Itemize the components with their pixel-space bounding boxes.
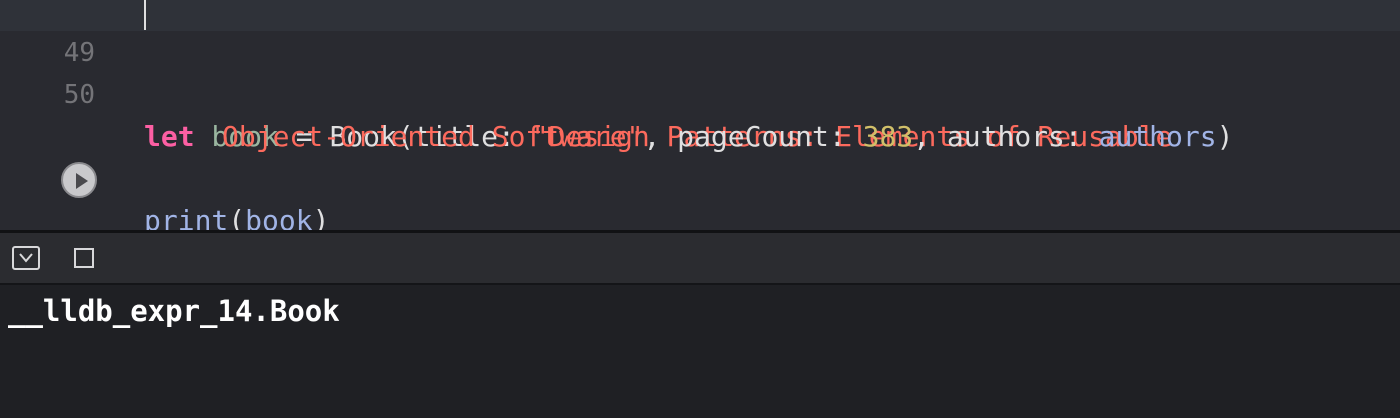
code-text: print(book) <box>144 200 329 230</box>
code-line-50[interactable]: 50 let book = Book(title: "Design Patter… <box>0 32 1400 153</box>
hide-debug-area-icon[interactable] <box>12 246 40 274</box>
code-line-51[interactable]: 51 print(book) <box>0 116 1400 230</box>
code-line-50-wrap[interactable]: Object-Oriented Software", pageCount: 38… <box>0 74 1400 153</box>
open-paren: ( <box>228 204 246 230</box>
identifier-book: book <box>245 204 313 230</box>
console-output: __lldb_expr_14.Book <box>8 294 340 328</box>
console-output-area[interactable]: __lldb_expr_14.Book <box>0 285 1400 418</box>
function-print: print <box>144 204 229 230</box>
code-line-49[interactable]: 49 <box>0 0 1400 68</box>
code-editor[interactable]: 49 50 let book = Book(title: "Design Pat… <box>0 0 1400 230</box>
debug-toolbar <box>0 233 1400 285</box>
play-icon[interactable] <box>61 162 97 198</box>
text-caret <box>144 0 146 30</box>
clear-console-icon[interactable] <box>74 248 94 272</box>
close-paren: ) <box>312 204 330 230</box>
